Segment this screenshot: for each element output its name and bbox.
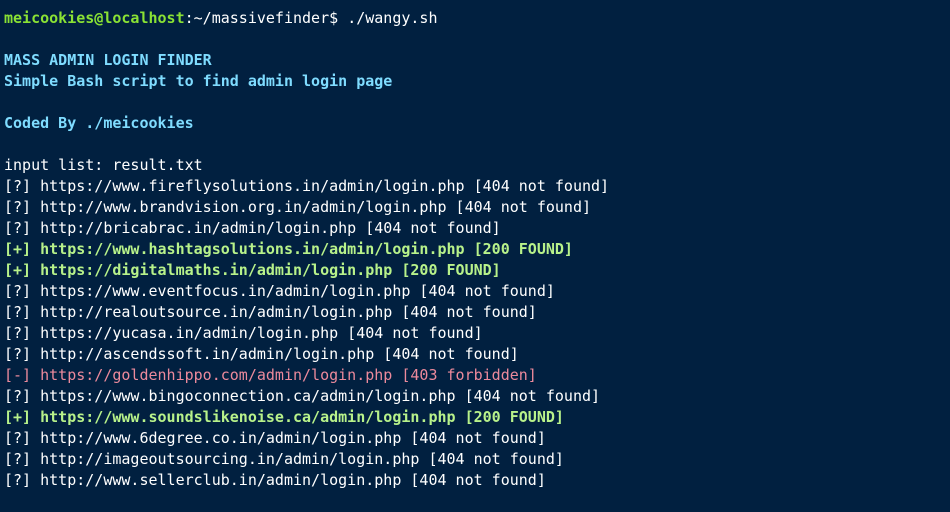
result-line-notfound: [?] http://imageoutsourcing.in/admin/log… xyxy=(4,450,564,468)
prompt-user-host: meicookies@localhost xyxy=(4,9,185,27)
banner-title: MASS ADMIN LOGIN FINDER xyxy=(4,51,212,69)
result-line-notfound: [?] http://www.brandvision.org.in/admin/… xyxy=(4,198,591,216)
result-line-notfound: [?] https://www.bingoconnection.ca/admin… xyxy=(4,387,601,405)
result-line-notfound: [?] http://ascendssoft.in/admin/login.ph… xyxy=(4,345,519,363)
result-line-notfound: [?] http://realoutsource.in/admin/login.… xyxy=(4,303,537,321)
input-list-line: input list: result.txt xyxy=(4,156,203,174)
result-line-notfound: [?] http://bricabrac.in/admin/login.php … xyxy=(4,219,501,237)
prompt-path: :~/massivefinder xyxy=(184,9,330,27)
result-line-notfound: [?] https://www.eventfocus.in/admin/logi… xyxy=(4,282,555,300)
prompt-line: meicookies@localhost:~/massivefinder$ ./… xyxy=(4,8,950,29)
result-line-forbidden: [-] https://goldenhippo.com/admin/login.… xyxy=(4,366,537,384)
result-line-found: [+] https://www.hashtagsolutions.in/admi… xyxy=(4,240,573,258)
result-line-notfound: [?] https://www.fireflysolutions.in/admi… xyxy=(4,177,610,195)
result-line-notfound: [?] http://www.6degree.co.in/admin/login… xyxy=(4,429,546,447)
prompt-command: ./wangy.sh xyxy=(347,9,438,27)
prompt-symbol: $ xyxy=(329,9,348,27)
banner-subtitle: Simple Bash script to find admin login p… xyxy=(4,72,393,90)
result-line-found: [+] https://www.soundslikenoise.ca/admin… xyxy=(4,408,564,426)
banner-credit: Coded By ./meicookies xyxy=(4,114,194,132)
terminal-window[interactable]: meicookies@localhost:~/massivefinder$ ./… xyxy=(0,0,950,512)
result-line-notfound: [?] https://yucasa.in/admin/login.php [4… xyxy=(4,324,483,342)
results-list: [?] https://www.fireflysolutions.in/admi… xyxy=(4,176,950,491)
result-line-notfound: [?] http://www.sellerclub.in/admin/login… xyxy=(4,471,546,489)
result-line-found: [+] https://digitalmaths.in/admin/login.… xyxy=(4,261,501,279)
